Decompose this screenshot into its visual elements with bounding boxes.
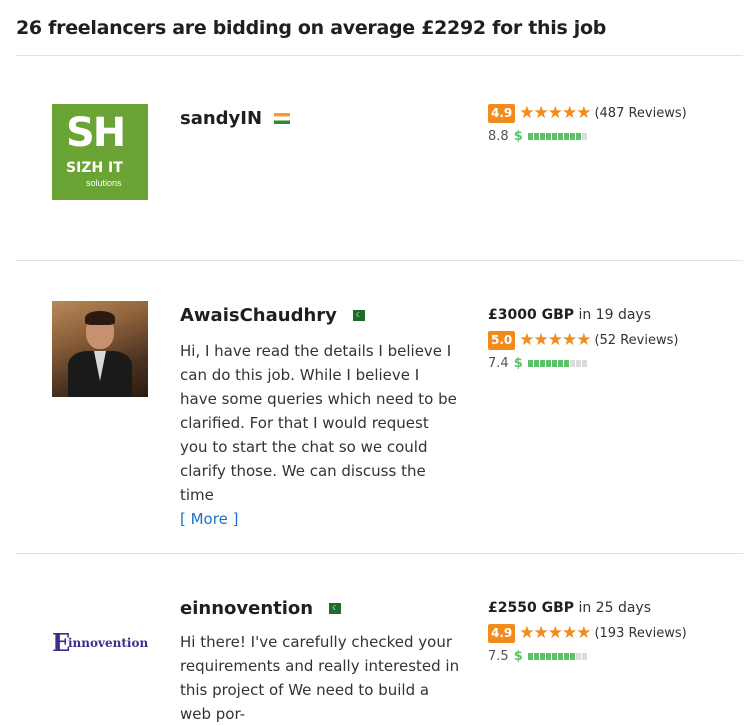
earnings-bar-segment bbox=[533, 133, 539, 140]
avatar[interactable]: E innovention bbox=[52, 594, 148, 690]
earnings-bar-segment bbox=[551, 360, 557, 367]
earnings-score: 7.5 bbox=[488, 649, 509, 664]
star-rating-icon: ★★★★★ bbox=[519, 330, 591, 350]
bid-item: AwaisChaudhry ☾ Hi, I have read the deta… bbox=[0, 261, 755, 553]
earnings-bar-segment bbox=[551, 133, 557, 140]
earnings-bar-segment bbox=[563, 360, 569, 367]
earnings-bar-segment bbox=[557, 133, 563, 140]
earnings-bar-segment bbox=[527, 360, 533, 367]
pakistan-flag-icon: ☾ bbox=[325, 603, 342, 614]
earnings-bar-segment bbox=[557, 360, 563, 367]
earnings-bar-segment bbox=[563, 133, 569, 140]
avatar[interactable] bbox=[52, 301, 148, 397]
earnings-bar-segment bbox=[539, 360, 545, 367]
freelancer-name[interactable]: sandyIN bbox=[180, 108, 262, 129]
earnings-bar-segment bbox=[527, 653, 533, 660]
earnings-bar-segment bbox=[575, 653, 581, 660]
earnings-bar-segment bbox=[575, 133, 581, 140]
dollar-icon: $ bbox=[513, 649, 523, 664]
earnings-bar-segment bbox=[533, 653, 539, 660]
more-link[interactable]: [ More ] bbox=[180, 510, 238, 528]
freelancer-name[interactable]: AwaisChaudhry bbox=[180, 305, 337, 326]
review-count: (193 Reviews) bbox=[594, 626, 687, 641]
earnings-bar bbox=[527, 653, 587, 660]
earnings-bar-segment bbox=[581, 360, 587, 367]
company-logo: SH SIZH IT solutions bbox=[66, 110, 126, 188]
bid-item: E innovention einnovention ☾ Hi there! I… bbox=[0, 554, 755, 723]
earnings-bar-segment bbox=[527, 133, 533, 140]
avatar[interactable]: SH SIZH IT solutions bbox=[52, 104, 148, 200]
earnings-bar-segment bbox=[575, 360, 581, 367]
star-rating-icon: ★★★★★ bbox=[519, 103, 591, 123]
freelancer-name[interactable]: einnovention bbox=[180, 598, 313, 619]
rating-badge: 5.0 bbox=[488, 331, 516, 350]
earnings-bar-segment bbox=[569, 653, 575, 660]
person-hair bbox=[85, 311, 115, 325]
india-flag-icon bbox=[274, 113, 291, 124]
review-count: (52 Reviews) bbox=[594, 333, 679, 348]
bid-description: Hi, I have read the details I believe I … bbox=[180, 342, 457, 528]
earnings-bar-segment bbox=[569, 360, 575, 367]
earnings-bar-segment bbox=[545, 653, 551, 660]
bid-duration: in 25 days bbox=[578, 600, 651, 616]
bid-duration: in 19 days bbox=[578, 307, 651, 323]
bids-header: 26 freelancers are bidding on average £2… bbox=[16, 17, 607, 39]
rating-badge: 4.9 bbox=[488, 104, 516, 123]
earnings-bar bbox=[527, 360, 587, 367]
earnings-bar-segment bbox=[545, 133, 551, 140]
pakistan-flag-icon: ☾ bbox=[348, 310, 365, 321]
earnings-bar-segment bbox=[569, 133, 575, 140]
earnings-bar-segment bbox=[557, 653, 563, 660]
earnings-bar-segment bbox=[581, 653, 587, 660]
review-count: (487 Reviews) bbox=[594, 106, 687, 121]
bid-price: £2550 GBP bbox=[488, 600, 575, 616]
earnings-bar-segment bbox=[533, 360, 539, 367]
earnings-bar-segment bbox=[563, 653, 569, 660]
rating-badge: 4.9 bbox=[488, 624, 516, 643]
company-logo: E innovention bbox=[52, 628, 148, 657]
earnings-bar-segment bbox=[539, 653, 545, 660]
earnings-bar-segment bbox=[545, 360, 551, 367]
bid-price: £3000 GBP bbox=[488, 307, 575, 323]
dollar-icon: $ bbox=[513, 129, 523, 144]
earnings-bar-segment bbox=[581, 133, 587, 140]
earnings-score: 8.8 bbox=[488, 129, 509, 144]
bid-item: SH SIZH IT solutions sandyIN 4.9 ★★★★★ (… bbox=[0, 56, 755, 260]
earnings-bar bbox=[527, 133, 587, 140]
star-rating-icon: ★★★★★ bbox=[519, 623, 591, 643]
earnings-bar-segment bbox=[539, 133, 545, 140]
dollar-icon: $ bbox=[513, 356, 523, 371]
earnings-bar-segment bbox=[551, 653, 557, 660]
earnings-score: 7.4 bbox=[488, 356, 509, 371]
bid-description: Hi there! I've carefully checked your re… bbox=[180, 633, 460, 723]
